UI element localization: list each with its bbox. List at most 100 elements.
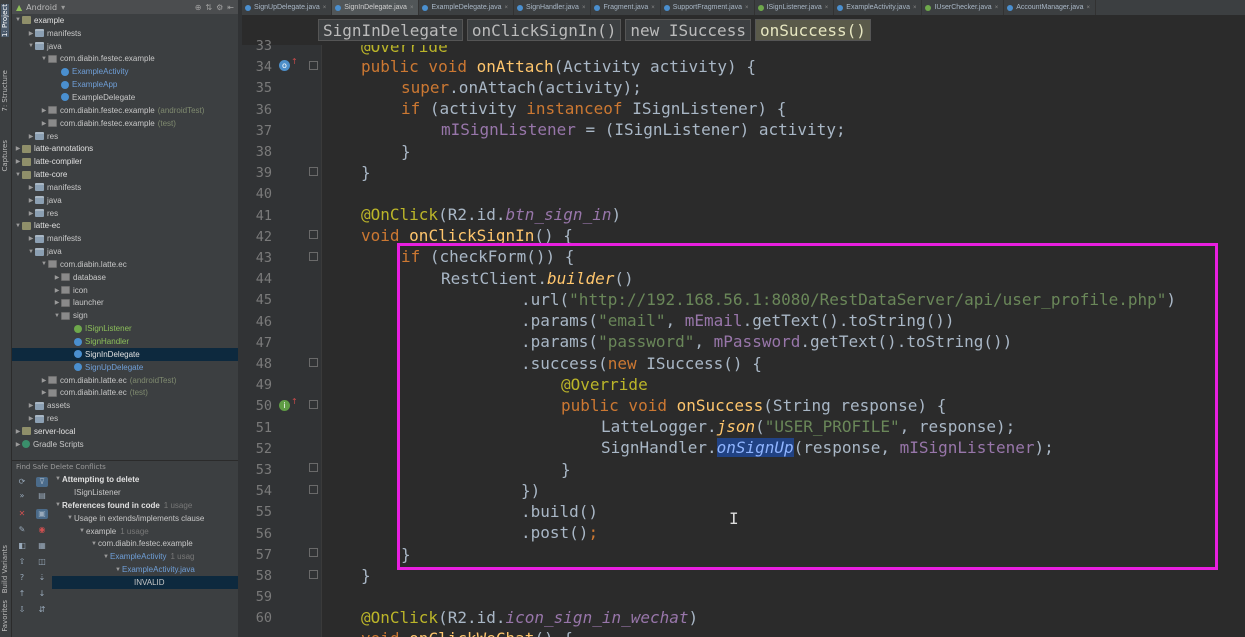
expanded-arrow-icon[interactable]: ▼ [90, 541, 98, 547]
expanded-arrow-icon[interactable]: ▼ [53, 313, 61, 319]
fold-marker[interactable] [309, 485, 318, 494]
captures-tool-tab[interactable]: Captures [1, 140, 9, 171]
editor-tab[interactable]: IUserChecker.java × [922, 0, 1005, 15]
editor-tab[interactable]: Fragment.java × [591, 0, 661, 15]
filter-icon[interactable]: ⊽ [36, 477, 48, 487]
tree-item[interactable]: ▶ java [12, 194, 238, 207]
conflict-tree-item[interactable]: ▼ ExampleActivity 1 usag [52, 550, 238, 563]
collapsed-arrow-icon[interactable]: ▶ [14, 145, 22, 152]
close-tab-icon[interactable]: × [825, 5, 829, 11]
expanded-arrow-icon[interactable]: ▼ [40, 56, 48, 62]
build-variants-tool-tab[interactable]: Build Variants [1, 545, 9, 593]
expanded-arrow-icon[interactable]: ▼ [54, 476, 62, 482]
collapsed-arrow-icon[interactable]: ▶ [40, 377, 48, 384]
group-icon[interactable]: ▤ [36, 491, 48, 501]
dropdown-icon[interactable]: ▾ [61, 3, 65, 12]
close-tab-icon[interactable]: × [651, 5, 655, 11]
tree-item[interactable]: SignInDelegate [12, 347, 238, 361]
tree-item[interactable]: ▶ manifests [12, 181, 238, 194]
project-tool-tab[interactable]: 1: Project [1, 4, 9, 37]
fold-marker[interactable] [309, 570, 318, 579]
project-view-selector[interactable]: Android [26, 3, 57, 12]
tree-item[interactable]: ▶ com.diabin.festec.example (androidTest) [12, 104, 238, 117]
expanded-arrow-icon[interactable]: ▼ [14, 17, 22, 23]
tree-item[interactable]: SignHandler [12, 335, 238, 348]
collapsed-arrow-icon[interactable]: ▶ [27, 184, 35, 191]
collapsed-arrow-icon[interactable]: ▶ [27, 197, 35, 204]
sync-icon[interactable]: ⊕ [195, 3, 202, 12]
collapsed-arrow-icon[interactable]: ▶ [40, 120, 48, 127]
tree-item[interactable]: ▼ com.diabin.latte.ec [12, 258, 238, 271]
collapsed-arrow-icon[interactable]: ▶ [53, 274, 61, 281]
editor-tab[interactable]: SignUpDelegate.java × [242, 0, 333, 15]
collapsed-arrow-icon[interactable]: ▶ [40, 389, 48, 396]
tree-item[interactable]: ▼ latte-ec [12, 220, 238, 233]
tree-item[interactable]: ▶ launcher [12, 297, 238, 310]
close-tab-icon[interactable]: × [582, 5, 586, 11]
conflict-tree-item[interactable]: ▼ Usage in extends/implements clause [52, 512, 238, 525]
tree-item[interactable]: ExampleApp [12, 78, 238, 91]
settings-icon[interactable]: ⚙ [216, 3, 223, 12]
editor-tab[interactable]: SignHandler.java × [514, 0, 592, 15]
tree-item[interactable]: ▼ com.diabin.festec.example [12, 53, 238, 66]
tree-item[interactable]: ▶ Gradle Scripts [12, 438, 238, 451]
export-icon[interactable]: ⇧ [16, 557, 28, 567]
up-icon[interactable]: ↑ [16, 589, 28, 599]
fold-marker[interactable] [309, 358, 318, 367]
tree-item[interactable]: ▼ example [12, 14, 238, 27]
conflict-tree-item[interactable]: ISignListener [52, 486, 238, 499]
collapsed-arrow-icon[interactable]: ▶ [53, 287, 61, 294]
close-tab-icon[interactable]: × [745, 5, 749, 11]
conflict-tree-item[interactable]: ▼ com.diabin.festec.example [52, 537, 238, 550]
close-tab-icon[interactable]: × [410, 5, 414, 11]
expanded-arrow-icon[interactable]: ▼ [66, 515, 74, 521]
tree-item[interactable]: ▶ com.diabin.festec.example (test) [12, 117, 238, 130]
implements-marker-icon[interactable]: i [279, 400, 290, 411]
tree-item[interactable]: SignUpDelegate [12, 361, 238, 374]
breadcrumb-current-method[interactable]: onSuccess() [754, 19, 871, 41]
fold-marker[interactable] [309, 61, 318, 70]
expanded-arrow-icon[interactable]: ▼ [40, 261, 48, 267]
expanded-arrow-icon[interactable]: ▼ [78, 528, 86, 534]
next-icon[interactable]: ⇩ [16, 605, 28, 615]
tree-item[interactable]: ▼ java [12, 40, 238, 53]
module-group-icon[interactable]: ▣ [36, 509, 48, 519]
help-icon[interactable]: ? [16, 573, 28, 583]
editor-tab[interactable]: ExampleActivity.java × [834, 0, 923, 15]
editor-tab[interactable]: ISignListener.java × [755, 0, 835, 15]
stop-icon[interactable]: ◉ [36, 525, 48, 535]
fold-marker[interactable] [309, 167, 318, 176]
fold-marker[interactable] [309, 230, 318, 239]
collapsed-arrow-icon[interactable]: ▶ [27, 210, 35, 217]
expanded-arrow-icon[interactable]: ▼ [114, 567, 122, 573]
breadcrumb-class[interactable]: SignInDelegate [318, 19, 463, 41]
collapsed-arrow-icon[interactable]: ▶ [53, 299, 61, 306]
expanded-arrow-icon[interactable]: ▼ [27, 249, 35, 255]
collapsed-arrow-icon[interactable]: ▶ [27, 415, 35, 422]
tree-item[interactable]: ▶ manifests [12, 232, 238, 245]
down-icon[interactable]: ↓ [36, 589, 48, 599]
breadcrumb-method[interactable]: onClickSignIn() [466, 19, 622, 41]
tree-item[interactable]: ▶ latte-compiler [12, 155, 238, 168]
collapsed-arrow-icon[interactable]: ▶ [27, 30, 35, 37]
close-tab-icon[interactable]: × [505, 5, 509, 11]
collapsed-arrow-icon[interactable]: ▶ [40, 107, 48, 114]
tree-item[interactable]: ▼ sign [12, 309, 238, 322]
conflict-tree-item[interactable]: ▼ Attempting to delete [52, 473, 238, 486]
tree-item[interactable]: ▶ assets [12, 399, 238, 412]
tree-item[interactable]: ▼ java [12, 245, 238, 258]
editor-tab[interactable]: ExampleDelegate.java × [419, 0, 515, 15]
close-tab-icon[interactable]: × [913, 5, 917, 11]
tree-item[interactable]: ▶ com.diabin.latte.ec (androidTest) [12, 374, 238, 387]
conflict-tree-item[interactable]: INVALID [52, 576, 238, 590]
file-group-icon[interactable]: ◫ [36, 557, 48, 567]
tree-item[interactable]: ▶ res [12, 412, 238, 425]
expanded-arrow-icon[interactable]: ▼ [14, 223, 22, 229]
preview-icon[interactable]: ◧ [16, 541, 28, 551]
tree-item[interactable]: ▶ latte-annotations [12, 142, 238, 155]
expanded-arrow-icon[interactable]: ▼ [102, 554, 110, 560]
close-tab-icon[interactable]: × [1087, 5, 1091, 11]
breadcrumb-anonymous-class[interactable]: new ISuccess [625, 19, 751, 41]
tree-item[interactable]: ExampleActivity [12, 65, 238, 78]
tree-item[interactable]: ▶ icon [12, 284, 238, 297]
